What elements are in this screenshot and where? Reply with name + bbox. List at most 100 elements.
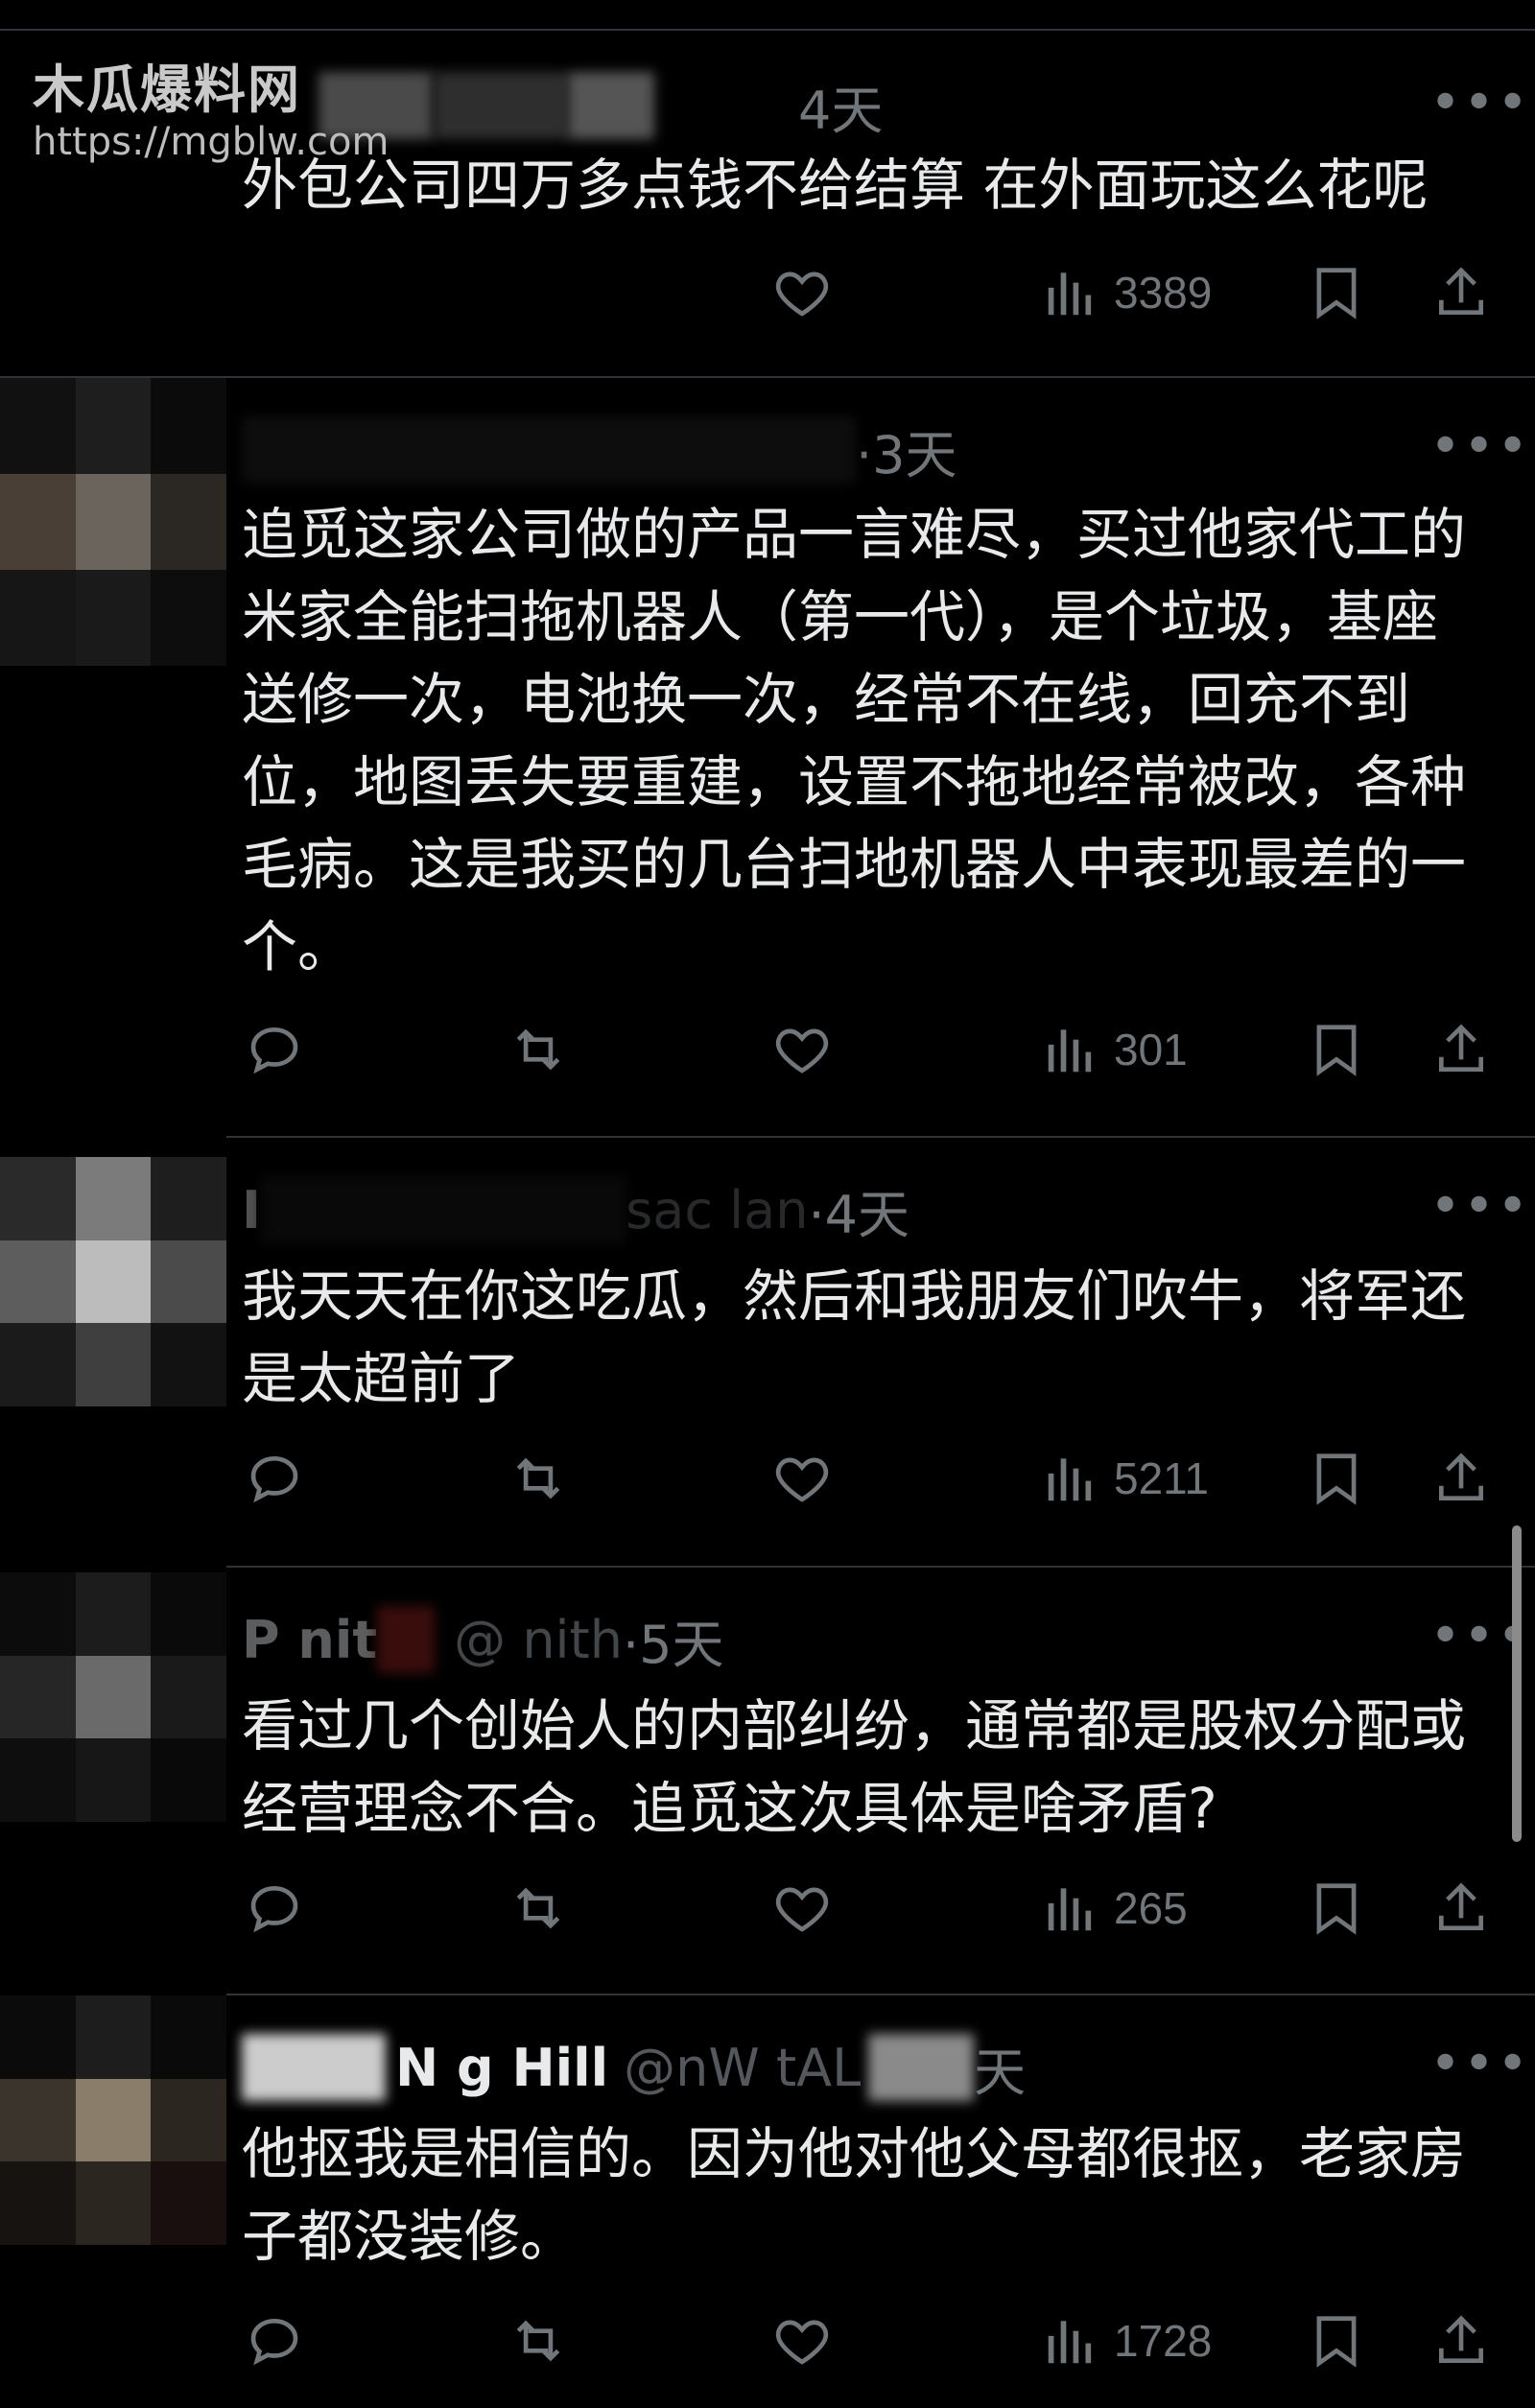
- tweet-text: 他抠我是相信的。因为他对他父母都很抠，老家房子都没装修。: [242, 2121, 1467, 2269]
- tweet-author-name: P nit: [242, 1609, 378, 1670]
- more-icon[interactable]: •••: [1429, 2038, 1530, 2091]
- views-icon: [1048, 1888, 1092, 1931]
- views-button[interactable]: 301: [1041, 1011, 1188, 1088]
- avatar[interactable]: [0, 1995, 226, 2245]
- bookmark-button[interactable]: [1307, 1440, 1366, 1517]
- views-count: 5211: [1114, 1453, 1209, 1503]
- views-button[interactable]: 1728: [1041, 2302, 1212, 2379]
- tweet-author-handle: @nW tAL: [624, 2037, 862, 2098]
- avatar[interactable]: [0, 1157, 226, 1406]
- like-icon: [775, 1887, 829, 1932]
- reply-button[interactable]: [245, 1440, 304, 1517]
- share-icon: [1439, 2315, 1483, 2363]
- reply-button[interactable]: [245, 1870, 304, 1947]
- retweet-icon: [516, 1887, 560, 1929]
- share-icon: [1439, 1452, 1483, 1500]
- views-count: 3389: [1114, 268, 1213, 318]
- tweet-header: P nit @ nith ·5天: [242, 1606, 723, 1675]
- like-button[interactable]: [772, 254, 832, 331]
- tweet-text: 看过几个创始人的内部纠纷，通常都是股权分配或经营理念不合。追觅这次具体是啥矛盾?: [242, 1693, 1467, 1841]
- like-button[interactable]: [772, 1440, 832, 1517]
- bookmark-icon: [1316, 1453, 1357, 1505]
- tweet-author-handle: sac lan: [626, 1179, 809, 1240]
- tweet-time: 天: [974, 2042, 1027, 2103]
- tweet-time: ·4天: [808, 1184, 910, 1245]
- tweet-header: ·3天: [242, 416, 957, 485]
- watermark-url: https://mgblw.com: [33, 120, 390, 164]
- share-icon: [1439, 1882, 1483, 1930]
- views-icon: [1048, 1029, 1092, 1073]
- more-icon[interactable]: •••: [1429, 1180, 1530, 1234]
- bookmark-button[interactable]: [1307, 2302, 1366, 2379]
- tweet-actions: 265: [0, 1870, 1535, 1947]
- like-icon: [775, 2320, 829, 2365]
- tweet-actions: 1728: [0, 2302, 1535, 2379]
- tweet-author-handle: @ nith: [454, 1609, 623, 1670]
- bookmark-button[interactable]: [1307, 1870, 1366, 1947]
- views-count: 265: [1114, 1883, 1188, 1933]
- views-button[interactable]: 5211: [1041, 1440, 1209, 1517]
- tweet[interactable]: I sac lan ·4天 ••• 我天天在你这吃瓜，然后和我朋友们吹牛，将军还…: [0, 1138, 1535, 1566]
- bookmark-button[interactable]: [1307, 254, 1366, 331]
- avatar[interactable]: [0, 378, 226, 666]
- reply-icon: [250, 1027, 298, 1074]
- reply-icon: [250, 1456, 298, 1503]
- views-count: 1728: [1114, 2316, 1213, 2366]
- views-count: 301: [1114, 1025, 1188, 1074]
- share-button[interactable]: [1431, 1440, 1491, 1517]
- avatar[interactable]: [0, 1572, 226, 1822]
- retweet-button[interactable]: [508, 1011, 568, 1088]
- tweet-time: ·3天: [856, 424, 957, 485]
- bookmark-icon: [1316, 1883, 1357, 1935]
- tweet[interactable]: N g Hill @nW tAL 天 ••• 他抠我是相信的。因为他对他父母都很…: [0, 1995, 1535, 2408]
- tweet-time: ·5天: [622, 1614, 724, 1675]
- tweet-actions: 3389: [0, 254, 1535, 331]
- watermark-title: 木瓜爆料网: [33, 59, 301, 120]
- tweet[interactable]: 4天 ••• 外包公司四万多点钱不给结算 在外面玩这么花呢 3389: [0, 0, 1535, 374]
- tweet-author-name: I: [242, 1179, 262, 1240]
- share-button[interactable]: [1431, 1870, 1491, 1947]
- watermark: 木瓜爆料网 https://mgblw.com: [33, 61, 389, 165]
- scrollbar[interactable]: [1512, 1525, 1522, 1842]
- retweet-button[interactable]: [508, 2302, 568, 2379]
- tweet-actions: 301: [0, 1011, 1535, 1088]
- like-button[interactable]: [772, 1011, 832, 1088]
- retweet-icon: [516, 2320, 560, 2362]
- like-icon: [775, 1457, 829, 1502]
- tweet[interactable]: P nit @ nith ·5天 ••• 看过几个创始人的内部纠纷，通常都是股权…: [0, 1568, 1535, 1994]
- views-icon: [1048, 272, 1092, 316]
- more-icon[interactable]: •••: [1429, 420, 1530, 474]
- tweet[interactable]: ·3天 ••• 追觅这家公司做的产品一言难尽，买过他家代工的米家全能扫拖机器人（…: [0, 378, 1535, 1136]
- tweet-text: 我天天在你这吃瓜，然后和我朋友们吹牛，将军还是太超前了: [242, 1263, 1467, 1411]
- like-icon: [775, 1028, 829, 1074]
- share-button[interactable]: [1431, 2302, 1491, 2379]
- bookmark-icon: [1316, 268, 1357, 319]
- tweet-text: 外包公司四万多点钱不给结算 在外面玩这么花呢: [242, 153, 1429, 218]
- share-icon: [1439, 1024, 1483, 1072]
- reply-icon: [250, 2319, 298, 2366]
- retweet-button[interactable]: [508, 1870, 568, 1947]
- reply-button[interactable]: [245, 2302, 304, 2379]
- retweet-button[interactable]: [508, 1440, 568, 1517]
- tweet-header: N g Hill @nW tAL 天: [242, 2034, 1026, 2103]
- retweet-icon: [516, 1028, 560, 1071]
- bookmark-icon: [1316, 1025, 1357, 1076]
- tweet-text: 追觅这家公司做的产品一言难尽，买过他家代工的米家全能扫拖机器人（第一代），是个垃…: [242, 502, 1467, 980]
- like-icon: [775, 271, 829, 317]
- views-button[interactable]: 3389: [1041, 254, 1212, 331]
- tweet-author-name: N g Hill: [395, 2037, 609, 2098]
- views-icon: [1048, 1458, 1092, 1501]
- like-button[interactable]: [772, 2302, 832, 2379]
- views-button[interactable]: 265: [1041, 1870, 1188, 1947]
- like-button[interactable]: [772, 1870, 832, 1947]
- bookmark-button[interactable]: [1307, 1011, 1366, 1088]
- bookmark-icon: [1316, 2316, 1357, 2368]
- retweet-icon: [516, 1457, 560, 1499]
- share-button[interactable]: [1431, 254, 1491, 331]
- reply-button[interactable]: [245, 1011, 304, 1088]
- share-button[interactable]: [1431, 1011, 1491, 1088]
- reply-icon: [250, 1886, 298, 1933]
- tweet-actions: 5211: [0, 1440, 1535, 1517]
- more-icon[interactable]: •••: [1429, 77, 1530, 130]
- tweet-header: I sac lan ·4天: [242, 1176, 909, 1245]
